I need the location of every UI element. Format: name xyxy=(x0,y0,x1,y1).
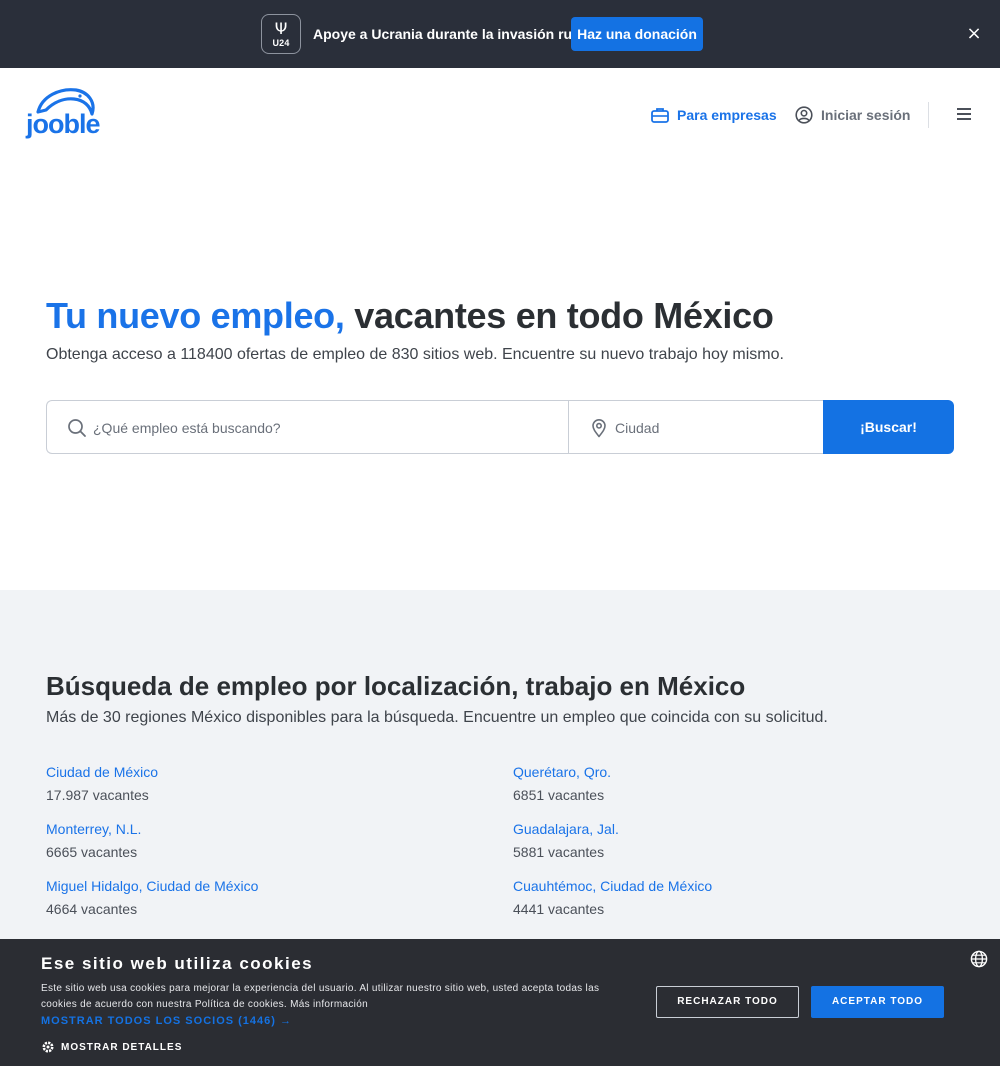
login-label: Iniciar sesión xyxy=(821,107,911,123)
gear-icon xyxy=(42,1041,54,1053)
location-link[interactable]: Monterrey, N.L. xyxy=(46,819,486,839)
user-circle-icon xyxy=(795,106,813,124)
page-title-rest: vacantes en todo México xyxy=(344,295,774,336)
globe-icon[interactable] xyxy=(970,950,988,968)
search-button[interactable]: ¡Buscar! xyxy=(823,400,954,454)
job-search-input[interactable] xyxy=(93,417,513,439)
location-item: Monterrey, N.L. 6665 vacantes xyxy=(46,819,486,862)
location-link[interactable]: Ciudad de México xyxy=(46,762,486,782)
logo-text: jooble xyxy=(26,109,100,139)
location-link[interactable]: Miguel Hidalgo, Ciudad de México xyxy=(46,876,486,896)
location-link[interactable]: Guadalajara, Jal. xyxy=(513,819,953,839)
show-details-label: MOSTRAR DETALLES xyxy=(61,1041,183,1053)
location-link[interactable]: Cuauhtémoc, Ciudad de México xyxy=(513,876,953,896)
location-item: Miguel Hidalgo, Ciudad de México 4664 va… xyxy=(46,876,486,919)
location-pin-icon xyxy=(592,419,606,438)
briefcase-icon xyxy=(651,108,669,123)
location-item: Querétaro, Qro. 6851 vacantes xyxy=(513,762,953,805)
location-count: 6665 vacantes xyxy=(46,844,138,860)
menu-icon[interactable] xyxy=(955,106,973,124)
location-item: Guadalajara, Jal. 5881 vacantes xyxy=(513,819,953,862)
page-title-accent: Tu nuevo empleo, xyxy=(46,295,345,336)
city-search-box[interactable] xyxy=(568,400,824,454)
cookie-text: Este sitio web usa cookies para mejorar … xyxy=(41,983,600,1010)
donate-button[interactable]: Haz una donación xyxy=(571,17,703,51)
jooble-logo[interactable]: jooble xyxy=(26,88,100,142)
trident-icon: Ψ xyxy=(274,19,288,38)
show-partners-link[interactable]: MOSTRAR TODOS LOS SOCIOS (1446) → xyxy=(41,1013,292,1029)
ukraine-banner: Ψ U24 Apoye a Ucrania durante la invasió… xyxy=(0,0,1000,68)
location-count: 4441 vacantes xyxy=(513,901,605,917)
page-title: Tu nuevo empleo, vacantes en todo México xyxy=(46,294,774,338)
location-count: 5881 vacantes xyxy=(513,844,605,860)
search-form: ¡Buscar! xyxy=(46,400,954,454)
u24-label: U24 xyxy=(272,38,290,48)
locations-subtitle: Más de 30 regiones México disponibles pa… xyxy=(46,709,828,726)
banner-message: Apoye a Ucrania durante la invasión rusa xyxy=(313,26,588,42)
cookie-banner: Ese sitio web utiliza cookies Este sitio… xyxy=(0,939,1000,1066)
location-count: 6851 vacantes xyxy=(513,787,605,803)
search-icon xyxy=(68,419,86,437)
close-icon[interactable]: × xyxy=(964,24,984,44)
city-input[interactable] xyxy=(615,417,805,439)
accept-all-button[interactable]: ACEPTAR TODO xyxy=(811,986,944,1018)
job-search-box[interactable] xyxy=(46,400,568,454)
nav-divider xyxy=(928,102,929,128)
reject-all-button[interactable]: RECHAZAR TODO xyxy=(656,986,799,1018)
location-count: 17.987 vacantes xyxy=(46,787,149,803)
location-item: Cuauhtémoc, Ciudad de México 4441 vacant… xyxy=(513,876,953,919)
locations-title: Búsqueda de empleo por localización, tra… xyxy=(46,671,746,701)
show-details-toggle[interactable]: MOSTRAR DETALLES xyxy=(41,1039,182,1055)
employers-label: Para empresas xyxy=(677,107,777,123)
cookie-title: Ese sitio web utiliza cookies xyxy=(41,954,314,973)
employers-link[interactable]: Para empresas xyxy=(651,104,777,126)
page-subtitle: Obtenga acceso a 118400 ofertas de emple… xyxy=(46,346,784,363)
location-link[interactable]: Querétaro, Qro. xyxy=(513,762,953,782)
u24-badge[interactable]: Ψ U24 xyxy=(261,14,301,54)
location-count: 4664 vacantes xyxy=(46,901,138,917)
location-item: Ciudad de México 17.987 vacantes xyxy=(46,762,486,805)
login-link[interactable]: Iniciar sesión xyxy=(795,104,910,126)
